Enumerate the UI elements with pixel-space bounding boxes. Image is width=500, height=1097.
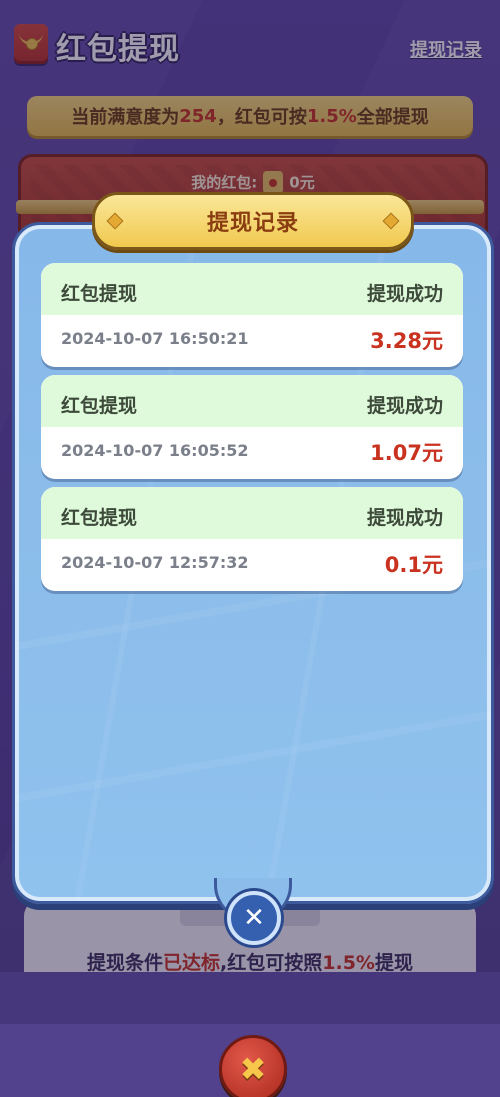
diamond-ornament-icon [106,212,124,230]
record-type: 红包提现 [61,283,138,305]
modal-close-button[interactable]: ✕ [227,891,281,945]
record-time: 2024-10-07 16:05:52 [61,441,249,460]
record-status: 提现成功 [366,395,443,417]
modal-header: 提现记录 [92,192,414,250]
records-modal: 红包提现 提现成功 2024-10-07 16:50:21 3.28元 红包提现… [12,222,494,904]
record-type: 红包提现 [61,395,138,417]
record-amount: 0.1元 [384,553,443,577]
record-card: 红包提现 提现成功 2024-10-07 12:57:32 0.1元 [41,487,463,591]
record-status: 提现成功 [366,283,443,305]
page-close-button[interactable]: ✖ [219,1035,287,1097]
record-amount: 3.28元 [370,329,443,353]
record-status: 提现成功 [366,507,443,529]
modal-title: 提现记录 [206,211,299,236]
close-icon: ✕ [243,903,265,933]
record-amount: 1.07元 [370,441,443,465]
close-icon: ✖ [239,1050,267,1088]
record-type: 红包提现 [61,507,138,529]
record-time: 2024-10-07 12:57:32 [61,553,249,572]
app-root: 红包提现 提现记录 当前满意度为 254 ，红包可按 1.5% 全部提现 我的红包: 0元… [0,0,500,1097]
record-card: 红包提现 提现成功 2024-10-07 16:50:21 3.28元 [41,263,463,367]
record-time: 2024-10-07 16:50:21 [61,329,249,348]
diamond-ornament-icon [382,212,400,230]
record-card: 红包提现 提现成功 2024-10-07 16:05:52 1.07元 [41,375,463,479]
